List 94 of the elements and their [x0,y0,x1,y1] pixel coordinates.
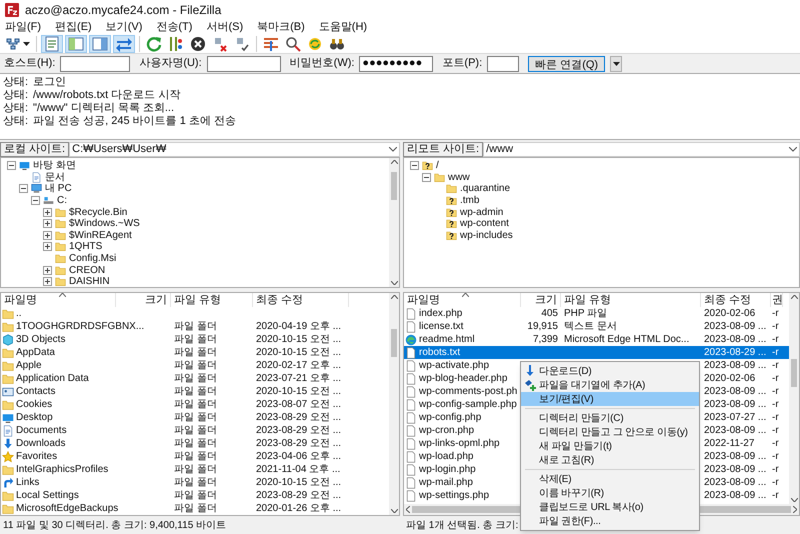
table-cell-text: -r [772,307,779,321]
window-title: aczo@aczo.mycafe24.com - FileZilla [25,2,222,19]
table-cell-text: 파일 폴더 [174,385,217,399]
table-cell-text: -r [772,489,779,503]
log-message: /www/robots.txt 다운로드 시작 [33,88,180,102]
table-cell-text: 파일 폴더 [174,437,217,451]
table-cell-text: 7,399 [532,333,558,347]
menu-item-label: 파일을 대기열에 추가(A) [539,378,646,392]
table-cell-text: 2023-04-06 오후 ... [256,450,342,464]
table-cell-text: 파일 폴더 [174,463,217,477]
table-cell-text: -r [772,372,779,386]
menu-item-label: 디렉터리 만들기(C) [539,412,624,426]
table-cell-text: 2023-07-21 오후 ... [256,372,342,386]
table-cell-text: 2020-01-26 오후 ... [256,502,342,515]
status-text: 파일 1개 선택됨. 총 크기: [406,518,518,532]
menu-item-label: 다운로드(D) [539,364,592,378]
table-cell-text: -r [772,359,779,373]
table-cell-text: 2023-08-09 ... [704,489,766,503]
field-label: 비밀번호(W): [290,56,354,72]
table-cell-text: 2020-10-15 오전 ... [256,476,342,490]
table-cell-text: 2023-08-09 ... [704,398,766,412]
log-message: 로그인 [33,75,66,90]
table-cell-text: 405 [541,307,558,321]
table-cell-text: 2023-08-09 ... [704,476,766,490]
table-cell-text: Microsoft Edge HTML Doc... [564,333,690,347]
table-cell-text: 2020-02-06 [704,372,756,386]
table-cell-text: 파일 폴더 [174,346,217,360]
table-cell-text: -r [772,385,779,399]
table-cell-text: 2020-10-15 오전 ... [256,385,342,399]
table-cell-text: 2023-08-07 오전 ... [256,398,342,412]
table-cell-text: 2023-08-09 ... [704,320,766,334]
table-cell-text: 텍스트 문서 [564,320,617,334]
status-text: 11 파일 및 30 디렉터리. 총 크기: 9,400,115 바이트 [3,518,226,532]
table-cell-text: -r [772,346,779,360]
log-message: 파일 전송 성공, 245 바이트를 1 초에 전송 [33,114,236,130]
menu-item-label: 삭제(E) [539,472,572,486]
table-cell-text: -r [772,411,779,425]
field-label: 사용자명(U): [139,56,202,72]
table-cell-text: 파일 폴더 [174,476,217,490]
log-label: 상태: [3,101,30,116]
table-cell-text: -r [772,424,779,438]
table-cell-text: 2021-11-04 오후 ... [256,463,340,477]
table-cell-text: 파일 폴더 [174,333,217,347]
table-cell-text: 2023-08-09 ... [704,385,766,399]
menu-item-label: 클립보드로 URL 복사(o) [539,500,644,514]
table-cell-text: 파일 폴더 [174,502,217,515]
log-message: "/www" 디렉터리 목록 조회... [33,101,174,116]
table-cell-text: -r [772,476,779,490]
table-cell-text: 2023-08-09 ... [704,463,766,477]
table-cell-text: 2023-08-29 오전 ... [256,489,342,503]
site-label: 리모트 사이트: [403,142,484,157]
table-cell-text: 파일 폴더 [174,359,217,373]
menu-item-label: 디렉터리 만들고 그 안으로 이동(y) [539,426,688,440]
table-cell-text: 2023-08-09 ... [704,424,766,438]
site-label: 로컬 사이트: [0,142,70,157]
table-cell-text: 2020-04-19 오후 ... [256,320,342,334]
table-cell-text: 2020-10-15 오전 ... [256,333,342,347]
menu-item-label: 파일 권한(F)... [539,514,601,528]
table-cell-text: 파일 폴더 [174,450,217,464]
field-label: 포트(P): [442,56,482,72]
table-cell-text: 파일 폴더 [174,489,217,503]
menu-item-label: 이름 바꾸기(R) [539,486,604,500]
table-cell-text: 2020-10-15 오전 ... [256,346,342,360]
log-label: 상태: [3,88,30,102]
table-cell-text: 2020-02-06 [704,307,756,321]
table-cell-text: 파일 폴더 [174,424,217,438]
table-cell-text: 2023-08-29 오전 ... [256,424,342,438]
table-cell-text: 2023-08-29 오전 ... [256,411,342,425]
table-cell-text: -r [772,463,779,477]
table-cell-text: 2023-08-09 ... [704,359,766,373]
table-cell-text: -r [772,450,779,464]
log-label: 상태: [3,75,30,90]
table-cell-text: 2020-02-17 오후 ... [256,359,342,373]
table-cell-text: 파일 폴더 [174,372,217,386]
table-cell-text: -r [772,320,779,334]
table-cell-text: 2023-08-29 오전 ... [256,437,342,451]
table-cell-text: 2023-07-27 ... [704,411,766,425]
menu-item-label: 새로 고침(R) [539,454,594,468]
table-cell-text: 파일 폴더 [174,411,217,425]
table-cell-text: 19,915 [527,320,558,334]
table-cell-text: 2023-08-09 ... [704,450,766,464]
table-cell-text: -r [772,333,779,347]
table-cell-text: 2023-08-29 ... [704,346,766,360]
table-cell-text: 파일 폴더 [174,398,217,412]
table-cell-text: 파일 폴더 [174,320,217,334]
table-cell-text: PHP 파일 [564,307,608,321]
table-cell-text: 2023-08-09 ... [704,333,766,347]
table-cell-text: 2022-11-27 [704,437,754,451]
menu-item-label: 보기/편집(V) [539,392,594,406]
menu-item-label: 새 파일 만들기(t) [539,440,612,454]
field-label: 호스트(H): [4,56,56,72]
log-label: 상태: [3,114,30,130]
table-cell-text: -r [772,398,779,412]
table-cell-text: -r [772,437,779,451]
